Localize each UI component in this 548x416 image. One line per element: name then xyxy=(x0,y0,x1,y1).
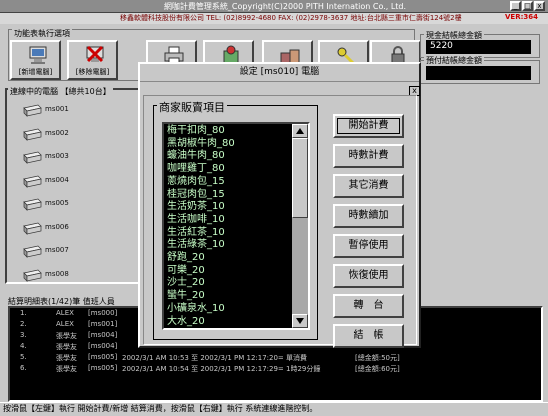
computer-name: ms008 xyxy=(45,269,69,278)
row-computer: [ms000] xyxy=(88,309,118,317)
computer-panel-label: 連線中的電腦 【總共10台】 xyxy=(8,86,113,97)
row-number: 3. xyxy=(20,331,27,339)
row-operator: ALEX xyxy=(56,309,74,317)
row-computer: [ms005] xyxy=(88,353,118,361)
row-operator: 張學友 xyxy=(56,343,77,351)
computer-name: ms002 xyxy=(45,128,69,137)
arrow-down-icon xyxy=(296,318,304,324)
row-number: 5. xyxy=(20,353,27,361)
row-number: 4. xyxy=(20,342,27,350)
maximize-button[interactable]: □ xyxy=(522,1,533,11)
prepaid-label: 預付結帳總金額 xyxy=(424,55,484,66)
computer-icon xyxy=(23,175,42,188)
product-item[interactable]: 蔥燒肉包_15 xyxy=(167,176,295,187)
computer-icon xyxy=(23,269,42,282)
product-item[interactable]: 舒跑_20 xyxy=(167,252,295,263)
row-operator: 張學友 xyxy=(56,332,77,340)
computer-item[interactable]: ms003 xyxy=(22,149,82,167)
add-hours-button[interactable]: 時數續加 xyxy=(333,204,404,228)
remove-computer-icon xyxy=(86,45,104,63)
computer-item[interactable]: ms008 xyxy=(22,267,82,285)
row-operator: 張學友 xyxy=(56,354,77,362)
computer-icon xyxy=(23,104,42,117)
company-info: 移鑫軟體科技股份有限公司 TEL: (02)8992-4680 FAX: (02… xyxy=(120,14,462,22)
row-computer: [ms001] xyxy=(88,320,118,328)
row-time: 2002/3/1 AM 10:54 至 2002/3/1 PM 12:17:29… xyxy=(122,365,321,373)
product-item[interactable]: 生活紅茶_10 xyxy=(167,227,295,238)
window-title: 網咖計費管理系統_Copyright(C)2000 PITH Internati… xyxy=(163,2,407,11)
computer-name: ms001 xyxy=(45,105,69,113)
row-computer: [ms004] xyxy=(88,331,118,339)
product-item[interactable]: 蠻牛_20 xyxy=(167,290,295,301)
other-charges-button[interactable]: 其它消費 xyxy=(333,174,404,198)
hourly-billing-button[interactable]: 時數計費 xyxy=(333,144,404,168)
arrow-up-icon xyxy=(296,128,304,134)
add-computer-label: [新增電腦] xyxy=(18,68,53,76)
computer-item[interactable]: ms001 xyxy=(22,102,82,120)
computer-icon xyxy=(23,245,42,258)
product-list[interactable]: 梅干扣肉_80 黑胡椒牛肉_80 蠔油牛肉_80 咖哩雞丁_80 蔥燒肉包_15 桂冠肉包… xyxy=(162,122,310,330)
row-number: 2. xyxy=(20,320,27,328)
version-label: VER:364 xyxy=(505,13,539,21)
computer-name: ms005 xyxy=(45,199,69,207)
computer-name: ms007 xyxy=(45,246,69,254)
row-time: 2002/3/1 AM 10:53 至 2002/3/1 PM 12:17:20… xyxy=(122,354,308,362)
product-item[interactable]: 咖哩雞丁_80 xyxy=(167,163,295,174)
row-note: [總金額:60元] xyxy=(355,365,400,373)
product-item[interactable]: 生活奶茶_10 xyxy=(167,201,295,212)
product-item[interactable]: 梅干扣肉_80 xyxy=(167,125,295,136)
status-bar: 按滑鼠【左鍵】執行 開始計費/新增 結算消費，按滑鼠【右鍵】執行 系統連線進階控… xyxy=(0,402,548,416)
prepaid-total xyxy=(426,66,531,80)
row-operator: 張學友 xyxy=(56,365,77,373)
computer-name: ms006 xyxy=(45,222,69,231)
computer-icon xyxy=(23,222,42,235)
start-billing-button[interactable]: 開始計費 xyxy=(333,114,404,138)
cash-total: 5220 xyxy=(426,40,531,54)
computer-name: ms003 xyxy=(45,152,69,160)
remove-computer-button[interactable]: [移除電腦] xyxy=(67,40,118,80)
row-note: [總金額:50元] xyxy=(355,354,400,362)
product-item[interactable]: 沙士_20 xyxy=(167,277,295,288)
minimize-button[interactable]: _ xyxy=(510,1,521,11)
pause-button[interactable]: 暫停使用 xyxy=(333,234,404,258)
product-group-label: 商家販賣項目 xyxy=(157,99,227,115)
close-button[interactable]: x xyxy=(534,1,545,11)
computer-item[interactable]: ms006 xyxy=(22,220,82,238)
row-computer: [ms005] xyxy=(88,364,118,372)
settlement-row[interactable]: 5. 張學友 [ms005] 2002/3/1 AM 10:53 至 2002/3/1… xyxy=(10,353,540,363)
settlement-row[interactable]: 6. 張學友 [ms005] 2002/3/1 AM 10:54 至 2002/3/1… xyxy=(10,364,540,374)
title-bar: 網咖計費管理系統_Copyright(C)2000 PITH Internati… xyxy=(0,0,548,13)
transfer-button[interactable]: 轉 台 xyxy=(333,294,404,318)
computer-icon xyxy=(23,151,42,164)
row-operator: ALEX xyxy=(56,320,74,328)
computer-item[interactable]: ms005 xyxy=(22,196,82,214)
function-group-label: 功能表執行選項 xyxy=(12,28,72,39)
computer-item[interactable]: ms004 xyxy=(22,173,82,191)
company-info-bar: 移鑫軟體科技股份有限公司 TEL: (02)8992-4680 FAX: (02… xyxy=(0,13,548,24)
row-number: 1. xyxy=(20,309,27,317)
product-item[interactable]: 大水_20 xyxy=(167,316,295,327)
product-item[interactable]: 生活綠茶_10 xyxy=(167,239,295,250)
computer-name: ms004 xyxy=(45,175,69,184)
dialog-title: 設定 [ms010] 電腦 xyxy=(140,64,419,82)
computer-settings-dialog: 設定 [ms010] 電腦 x 商家販賣項目 梅干扣肉_80 黑胡椒牛肉_80 蠔油… xyxy=(138,62,421,348)
computer-icon xyxy=(23,198,42,211)
computer-icon xyxy=(29,46,47,64)
add-computer-button[interactable]: [新增電腦] xyxy=(10,40,61,80)
row-number: 6. xyxy=(20,364,27,372)
product-item[interactable]: 生活咖啡_10 xyxy=(167,214,295,225)
product-item[interactable]: 桂冠肉包_15 xyxy=(167,189,295,200)
computer-item[interactable]: ms007 xyxy=(22,243,82,261)
checkout-button[interactable]: 結 帳 xyxy=(333,324,404,348)
remove-computer-label: [移除電腦] xyxy=(75,68,110,76)
computer-item[interactable]: ms002 xyxy=(22,126,82,144)
product-item[interactable]: 可樂_20 xyxy=(167,265,295,276)
product-item[interactable]: 小礦泉水_10 xyxy=(167,303,295,314)
row-computer: [ms004] xyxy=(88,342,118,350)
product-item[interactable]: 黑胡椒牛肉_80 xyxy=(167,138,295,149)
resume-button[interactable]: 恢復使用 xyxy=(333,264,404,288)
computer-icon xyxy=(23,128,42,141)
product-item[interactable]: 蠔油牛肉_80 xyxy=(167,150,295,161)
